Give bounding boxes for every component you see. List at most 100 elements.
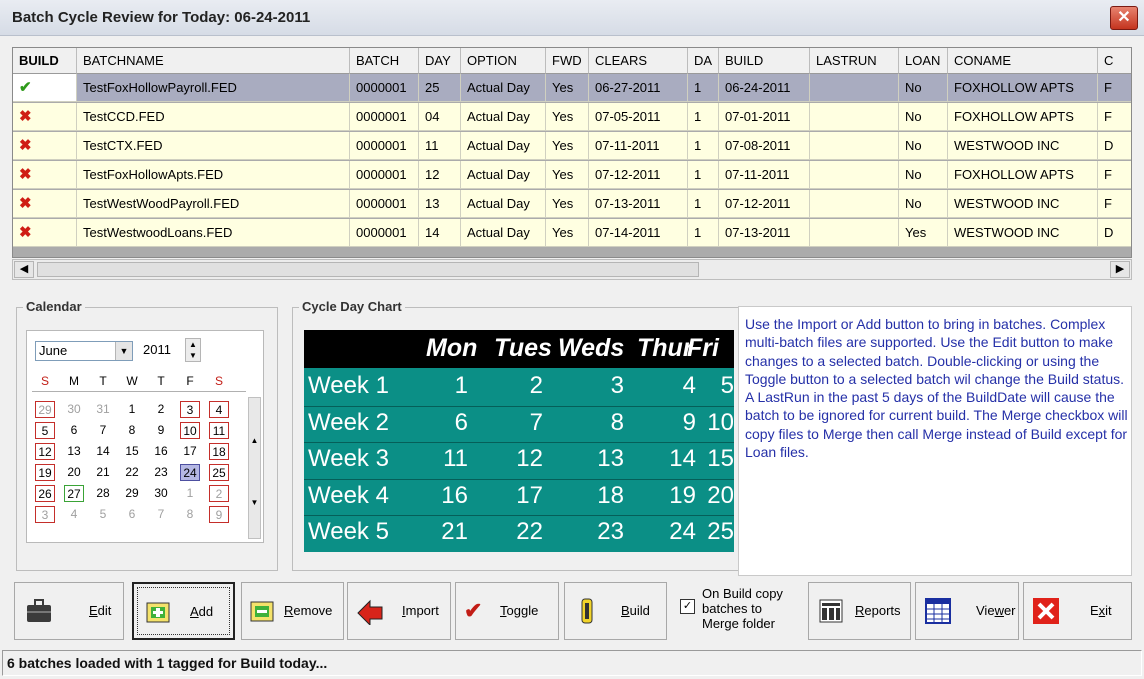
calendar-day[interactable]: 26: [35, 485, 55, 502]
calendar-day[interactable]: 28: [93, 485, 113, 502]
column-header[interactable]: BATCH: [350, 48, 419, 74]
table-cell: No: [899, 132, 948, 160]
calendar-day[interactable]: 21: [93, 464, 113, 481]
build-x-icon[interactable]: ✖: [13, 103, 77, 131]
calendar-day[interactable]: 31: [93, 401, 113, 418]
table-cell: Actual Day: [461, 103, 546, 131]
calendar-day[interactable]: 2: [151, 401, 171, 418]
build-x-icon[interactable]: ✖: [13, 219, 77, 247]
table-cell: TestFoxHollowPayroll.FED: [77, 74, 350, 102]
calendar-day[interactable]: 11: [209, 422, 229, 439]
calendar-day[interactable]: 7: [93, 422, 113, 439]
remove-button[interactable]: Remove: [241, 582, 344, 640]
calendar-day[interactable]: 6: [64, 422, 84, 439]
calendar-day[interactable]: 29: [35, 401, 55, 418]
column-header[interactable]: C: [1098, 48, 1131, 74]
scroll-left-arrow-icon[interactable]: ◀: [14, 261, 34, 278]
calendar-day[interactable]: 13: [64, 443, 84, 460]
calendar-day[interactable]: 27: [64, 485, 84, 502]
calendar-day[interactable]: 25: [209, 464, 229, 481]
scroll-right-arrow-icon[interactable]: ▶: [1110, 261, 1130, 278]
build-check-icon[interactable]: ✔: [13, 74, 77, 102]
cycle-chart-day-header: Fri: [687, 334, 719, 362]
calendar-day[interactable]: 4: [64, 506, 84, 523]
calendar-day[interactable]: 30: [151, 485, 171, 502]
table-row[interactable]: ✖ TestWestWoodPayroll.FED 0000001 13 Actual …: [13, 190, 1131, 218]
table-cell: Actual Day: [461, 219, 546, 247]
calendar-day[interactable]: 1: [122, 401, 142, 418]
add-button[interactable]: Add: [132, 582, 235, 640]
calendar-day[interactable]: 8: [180, 506, 200, 523]
table-row[interactable]: ✖ TestCTX.FED 0000001 11 Actual Day Yes 07-11-…: [13, 132, 1131, 160]
table-row[interactable]: ✖ TestCCD.FED 0000001 04 Actual Day Yes 07-05-…: [13, 103, 1131, 131]
remove-folder-icon: [250, 601, 274, 622]
calendar-day[interactable]: 15: [122, 443, 142, 460]
calendar-day[interactable]: 5: [93, 506, 113, 523]
calendar-day[interactable]: 8: [122, 422, 142, 439]
column-header[interactable]: BATCHNAME: [77, 48, 350, 74]
calendar-day[interactable]: 23: [151, 464, 171, 481]
month-select[interactable]: June ▼: [35, 341, 133, 361]
viewer-button[interactable]: Viewer: [915, 582, 1019, 640]
column-header[interactable]: LASTRUN: [810, 48, 899, 74]
year-spinner[interactable]: ▲ ▼: [185, 338, 201, 362]
chevron-down-icon[interactable]: ▼: [115, 342, 132, 360]
merge-checkbox-box[interactable]: ✓: [680, 599, 695, 614]
column-header[interactable]: DAY: [419, 48, 461, 74]
grid-horizontal-scrollbar[interactable]: ◀ ▶: [12, 259, 1132, 280]
calendar-day[interactable]: 6: [122, 506, 142, 523]
calendar-day[interactable]: 9: [209, 506, 229, 523]
calendar-scrollbar[interactable]: ▲ ▼: [248, 397, 261, 539]
calendar-day[interactable]: 5: [35, 422, 55, 439]
toggle-button[interactable]: ✔ Toggle: [455, 582, 559, 640]
column-header[interactable]: FWD: [546, 48, 589, 74]
calendar-day[interactable]: 2: [209, 485, 229, 502]
calendar-day[interactable]: 14: [93, 443, 113, 460]
scroll-up-arrow-icon[interactable]: ▲: [249, 436, 260, 445]
scroll-thumb[interactable]: [37, 262, 699, 277]
column-header[interactable]: LOAN: [899, 48, 948, 74]
column-header[interactable]: CONAME: [948, 48, 1098, 74]
build-x-icon[interactable]: ✖: [13, 132, 77, 160]
calendar-day[interactable]: 30: [64, 401, 84, 418]
calendar-day[interactable]: 29: [122, 485, 142, 502]
edit-button[interactable]: Edit: [14, 582, 124, 640]
table-row[interactable]: ✖ TestWestwoodLoans.FED 0000001 14 Actual Da…: [13, 219, 1131, 247]
close-button[interactable]: ✕: [1110, 6, 1138, 30]
calendar-day[interactable]: 10: [180, 422, 200, 439]
table-row[interactable]: ✔ TestFoxHollowPayroll.FED 0000001 25 Actual…: [13, 74, 1131, 102]
cycle-chart-day-number: 22: [516, 518, 543, 545]
import-button[interactable]: Import: [347, 582, 451, 640]
reports-button[interactable]: Reports: [808, 582, 911, 640]
calendar-day[interactable]: 16: [151, 443, 171, 460]
column-header[interactable]: BUILD: [719, 48, 810, 74]
build-x-icon[interactable]: ✖: [13, 190, 77, 218]
merge-checkbox[interactable]: ✓ On Build copy batches to Merge folder: [675, 586, 803, 638]
cycle-chart-row-divider: [304, 405, 734, 407]
calendar-day[interactable]: 17: [180, 443, 200, 460]
scroll-down-arrow-icon[interactable]: ▼: [249, 498, 260, 507]
column-header[interactable]: OPTION: [461, 48, 546, 74]
calendar-day[interactable]: 19: [35, 464, 55, 481]
calendar-day[interactable]: 7: [151, 506, 171, 523]
calendar-day[interactable]: 22: [122, 464, 142, 481]
exit-button[interactable]: Exit: [1023, 582, 1132, 640]
calendar-day[interactable]: 4: [209, 401, 229, 418]
build-button[interactable]: Build: [564, 582, 667, 640]
build-x-icon[interactable]: ✖: [13, 161, 77, 189]
batch-grid[interactable]: BUILD BATCHNAME BATCH DAY OPTION FWD CLEARS DA B…: [12, 47, 1132, 258]
calendar-day[interactable]: 18: [209, 443, 229, 460]
calendar-day[interactable]: 1: [180, 485, 200, 502]
calendar-day[interactable]: 3: [35, 506, 55, 523]
column-header[interactable]: DA: [688, 48, 719, 74]
column-header[interactable]: BUILD: [13, 48, 77, 74]
cycle-chart-row-divider: [304, 515, 734, 516]
calendar-day[interactable]: 20: [64, 464, 84, 481]
calendar-day[interactable]: 9: [151, 422, 171, 439]
table-row[interactable]: ✖ TestFoxHollowApts.FED 0000001 12 Actual Da…: [13, 161, 1131, 189]
month-calendar[interactable]: June ▼ 2011 ▲ ▼ SMTWTFS 29 30 31 1 2 3 4 5 6 7 8 9 10…: [26, 330, 264, 543]
column-header[interactable]: CLEARS: [589, 48, 688, 74]
calendar-day[interactable]: 3: [180, 401, 200, 418]
calendar-day[interactable]: 24: [180, 464, 200, 481]
calendar-day[interactable]: 12: [35, 443, 55, 460]
